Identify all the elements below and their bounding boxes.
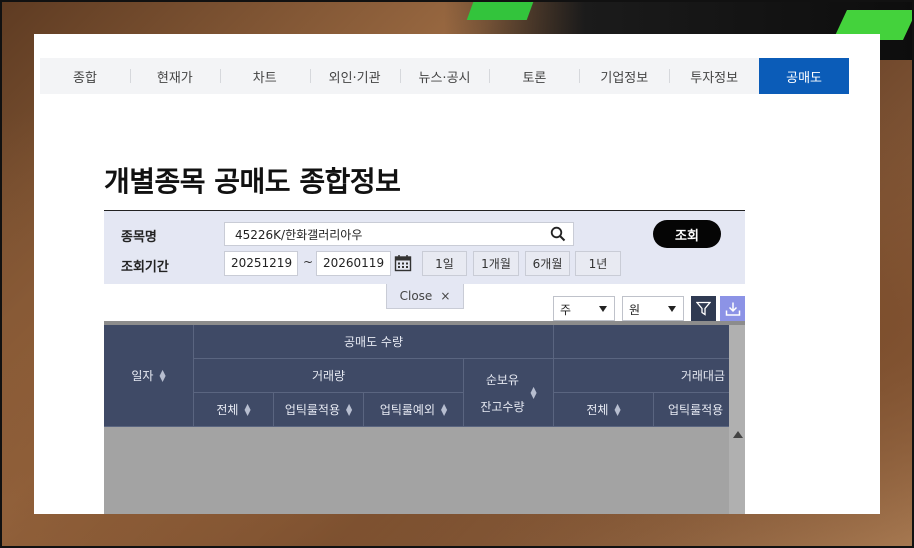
download-button[interactable] — [720, 296, 745, 321]
close-label: Close — [399, 289, 433, 303]
column-header-uptick[interactable]: 업틱룰적용 ▲ ▼ — [274, 393, 364, 427]
tab-investment-info[interactable]: 투자정보 — [669, 58, 759, 94]
tab-discussion[interactable]: 토론 — [489, 58, 579, 94]
tab-current-price[interactable]: 현재가 — [129, 58, 220, 94]
filter-button[interactable] — [691, 296, 716, 321]
short-selling-grid: 일자 ▲ ▼ 공매도 수량 거래량 전체 ▲ ▼ 업틱룰적용 ▲ ▼ 업틱룰예외 ▲ ▼ 순보유… — [104, 321, 745, 514]
sort-icon: ▲ ▼ — [346, 401, 353, 417]
tab-summary[interactable]: 종합 — [40, 58, 130, 94]
column-header-amount-uptick[interactable]: 업틱룰적용 — [654, 393, 729, 427]
calendar-icon[interactable] — [394, 254, 412, 272]
query-button[interactable]: 조회 — [653, 220, 721, 248]
tab-news-disclosure[interactable]: 뉴스·공시 — [399, 58, 490, 94]
column-header-net-balance[interactable]: 순보유 잔고수량 ▲ ▼ — [464, 359, 554, 427]
unit-select[interactable]: 주 — [553, 296, 615, 321]
vertical-scrollbar[interactable] — [729, 325, 745, 514]
scroll-up-icon[interactable] — [733, 431, 743, 438]
tab-company-info[interactable]: 기업정보 — [579, 58, 669, 94]
end-date-input[interactable]: 20260119 — [316, 251, 391, 276]
sort-icon: ▲ ▼ — [441, 401, 448, 417]
search-panel: 종목명 45226K/한화갤러리아우 조회 조회기간 20251219 ~ 20… — [104, 210, 745, 284]
group-header-trade-volume: 거래량 — [194, 359, 464, 393]
period-label: 조회기간 — [121, 260, 169, 275]
unit-select-value: 주 — [560, 303, 572, 317]
chevron-down-icon — [668, 306, 676, 312]
stock-name-label: 종목명 — [121, 230, 157, 245]
tab-bar: 종합 현재가 차트 외인·기관 뉴스·공시 토론 기업정보 투자정보 공매도 — [40, 58, 850, 94]
filter-icon — [696, 301, 711, 316]
sort-icon: ▲ ▼ — [614, 401, 621, 417]
sort-icon: ▲ ▼ — [244, 401, 251, 417]
date-range-separator: ~ — [303, 255, 314, 269]
download-icon — [725, 302, 740, 316]
currency-select[interactable]: 원 — [622, 296, 684, 321]
period-6month-button[interactable]: 6개월 — [525, 251, 570, 276]
period-1month-button[interactable]: 1개월 — [473, 251, 519, 276]
page-title: 개별종목 공매도 종합정보 — [104, 165, 401, 198]
close-button[interactable]: Close × — [386, 284, 464, 309]
tab-short-selling[interactable]: 공매도 — [759, 58, 850, 94]
period-1day-button[interactable]: 1일 — [422, 251, 467, 276]
column-header-amount-total[interactable]: 전체 ▲ ▼ — [554, 393, 654, 427]
sort-icon: ▲ ▼ — [159, 367, 166, 383]
grid-header: 일자 ▲ ▼ 공매도 수량 거래량 전체 ▲ ▼ 업틱룰적용 ▲ ▼ 업틱룰예외 ▲ ▼ 순보유… — [104, 325, 729, 427]
period-1year-button[interactable]: 1년 — [575, 251, 621, 276]
search-icon[interactable] — [550, 226, 566, 242]
content-panel: 종합 현재가 차트 외인·기관 뉴스·공시 토론 기업정보 투자정보 공매도 개… — [34, 34, 880, 514]
tab-foreign-institution[interactable]: 외인·기관 — [309, 58, 400, 94]
group-header-trade-amount: 거래대금 — [554, 359, 729, 393]
close-icon: × — [440, 289, 451, 303]
tab-chart[interactable]: 차트 — [219, 58, 310, 94]
stock-name-input[interactable]: 45226K/한화갤러리아우 — [224, 222, 574, 246]
chevron-down-icon — [599, 306, 607, 312]
column-header-total[interactable]: 전체 ▲ ▼ — [194, 393, 274, 427]
group-header-blank — [554, 325, 729, 359]
sort-icon: ▲ ▼ — [530, 384, 537, 400]
currency-select-value: 원 — [629, 303, 641, 317]
start-date-input[interactable]: 20251219 — [224, 251, 298, 276]
column-header-uptick-exception[interactable]: 업틱룰예외 ▲ ▼ — [364, 393, 464, 427]
group-header-short-volume: 공매도 수량 — [194, 325, 554, 359]
column-header-date[interactable]: 일자 ▲ ▼ — [104, 325, 194, 427]
